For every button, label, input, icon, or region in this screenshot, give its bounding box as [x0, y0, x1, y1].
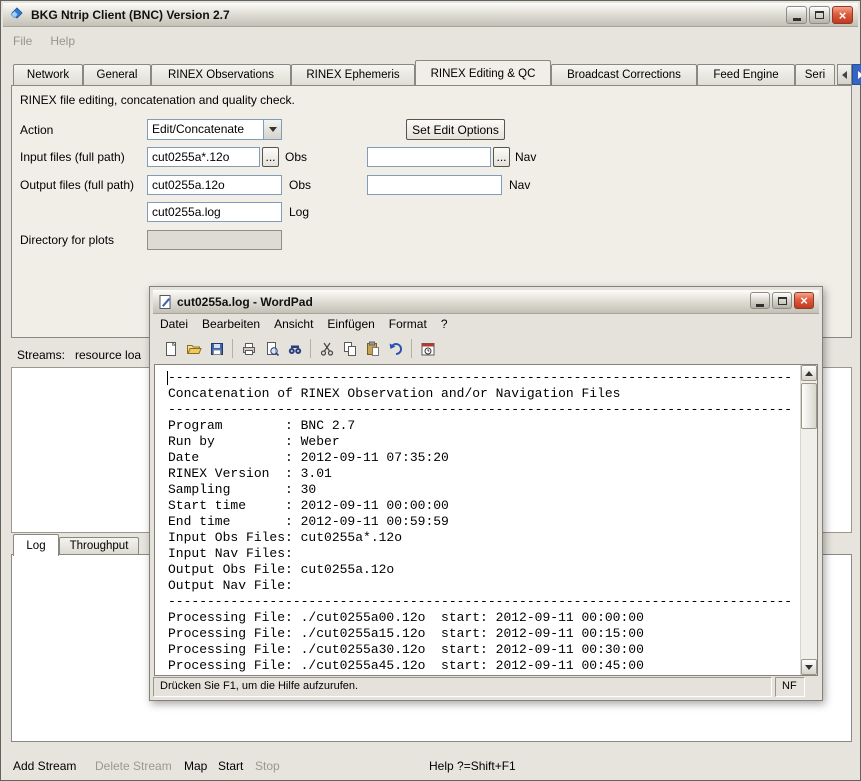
wordpad-statusbar: Drücken Sie F1, um die Hilfe aufzurufen.… — [153, 677, 819, 697]
wordpad-maximize-icon[interactable] — [772, 292, 792, 309]
vertical-scrollbar[interactable] — [800, 365, 817, 675]
tab-general[interactable]: General — [83, 64, 151, 85]
maximize-icon[interactable] — [809, 6, 830, 24]
wordpad-minimize-icon[interactable] — [750, 292, 770, 309]
output-log-suffix-label: Log — [289, 202, 309, 222]
output-nav-file-field[interactable] — [367, 175, 502, 195]
action-selected-value: Edit/Concatenate — [148, 120, 263, 139]
tab-scroll-right-button[interactable] — [852, 64, 861, 85]
save-icon[interactable] — [205, 338, 228, 360]
directory-plots-field — [147, 230, 282, 250]
menu-bearbeiten[interactable]: Bearbeiten — [195, 314, 267, 334]
tab-log[interactable]: Log — [13, 534, 59, 556]
start-button[interactable]: Start — [218, 757, 243, 775]
action-combobox[interactable]: Edit/Concatenate — [147, 119, 282, 140]
main-window: BKG Ntrip Client (BNC) Version 2.7 × Fil… — [0, 0, 861, 781]
wordpad-menubar: Datei Bearbeiten Ansicht Einfügen Format… — [153, 314, 455, 334]
menu-help[interactable]: Help — [41, 34, 84, 48]
wordpad-titlebar[interactable]: cut0255a.log - WordPad × — [153, 290, 819, 314]
wordpad-close-icon[interactable]: × — [794, 292, 814, 309]
menu-format[interactable]: Format — [382, 314, 434, 334]
add-stream-button[interactable]: Add Stream — [13, 757, 76, 775]
delete-stream-button[interactable]: Delete Stream — [95, 757, 172, 775]
scrollbar-thumb[interactable] — [801, 383, 817, 429]
new-document-icon[interactable] — [159, 338, 182, 360]
directory-plots-label: Directory for plots — [20, 230, 114, 250]
toolbar-separator — [411, 339, 412, 358]
output-nav-suffix-label: Nav — [509, 175, 530, 195]
menu-hilfe[interactable]: ? — [434, 314, 455, 334]
wordpad-document-icon — [157, 294, 173, 310]
browse-input-obs-button[interactable]: ... — [262, 147, 279, 167]
scroll-up-icon[interactable] — [801, 365, 817, 381]
tab-rinex-editing-qc[interactable]: RINEX Editing & QC — [415, 60, 551, 85]
output-obs-file-field[interactable] — [147, 175, 282, 195]
status-hint: Drücken Sie F1, um die Hilfe aufzurufen. — [153, 677, 772, 697]
tab-rinex-observations[interactable]: RINEX Observations — [151, 64, 291, 85]
paste-icon[interactable] — [361, 338, 384, 360]
tab-throughput[interactable]: Throughput — [59, 537, 139, 555]
set-edit-options-button[interactable]: Set Edit Options — [406, 119, 505, 140]
date-time-icon[interactable] — [416, 338, 439, 360]
tab-feed-engine[interactable]: Feed Engine — [697, 64, 795, 85]
tab-rinex-ephemeris[interactable]: RINEX Ephemeris — [291, 64, 415, 85]
print-icon[interactable] — [237, 338, 260, 360]
toolbar-separator — [232, 339, 233, 358]
output-obs-suffix-label: Obs — [289, 175, 311, 195]
output-log-file-field[interactable] — [147, 202, 282, 222]
menu-einfuegen[interactable]: Einfügen — [320, 314, 381, 334]
close-icon[interactable]: × — [832, 6, 853, 24]
tab-serial[interactable]: Seri — [795, 64, 835, 85]
cut-icon[interactable] — [315, 338, 338, 360]
wordpad-document-area[interactable]: ----------------------------------------… — [154, 364, 818, 676]
tab-network[interactable]: Network — [13, 64, 83, 85]
main-window-title: BKG Ntrip Client (BNC) Version 2.7 — [31, 8, 230, 22]
map-button[interactable]: Map — [184, 757, 207, 775]
copy-icon[interactable] — [338, 338, 361, 360]
input-files-label: Input files (full path) — [20, 147, 125, 167]
output-files-label: Output files (full path) — [20, 175, 134, 195]
input-nav-files-field[interactable] — [367, 147, 491, 167]
open-icon[interactable] — [182, 338, 205, 360]
status-nf: NF — [775, 677, 805, 697]
print-preview-icon[interactable] — [260, 338, 283, 360]
tab-scroll-left-button[interactable] — [837, 64, 852, 85]
toolbar-separator — [310, 339, 311, 358]
minimize-icon[interactable] — [786, 6, 807, 24]
input-nav-suffix-label: Nav — [515, 147, 536, 167]
wordpad-window[interactable]: cut0255a.log - WordPad × Datei Bearbeite… — [149, 286, 823, 701]
chevron-down-icon[interactable] — [263, 120, 281, 139]
input-obs-suffix-label: Obs — [285, 147, 307, 167]
streams-label: Streams: resource loa — [17, 348, 141, 362]
menu-datei[interactable]: Datei — [153, 314, 195, 334]
main-titlebar[interactable]: BKG Ntrip Client (BNC) Version 2.7 × — [3, 3, 858, 27]
find-icon[interactable] — [283, 338, 306, 360]
main-menubar: File Help — [4, 29, 84, 53]
action-label: Action — [20, 120, 53, 140]
tab-bar: Network General RINEX Observations RINEX… — [13, 60, 861, 85]
scroll-down-icon[interactable] — [801, 659, 817, 675]
wordpad-toolbar — [153, 334, 819, 363]
menu-file[interactable]: File — [4, 34, 41, 48]
log-document-text[interactable]: ----------------------------------------… — [168, 370, 792, 674]
tab-broadcast-corrections[interactable]: Broadcast Corrections — [551, 64, 697, 85]
bnc-app-icon — [9, 7, 25, 23]
stop-button[interactable]: Stop — [255, 757, 280, 775]
browse-input-nav-button[interactable]: ... — [493, 147, 510, 167]
help-button[interactable]: Help ?=Shift+F1 — [429, 757, 516, 775]
pane-description: RINEX file editing, concatenation and qu… — [20, 90, 295, 110]
undo-icon[interactable] — [384, 338, 407, 360]
menu-ansicht[interactable]: Ansicht — [267, 314, 320, 334]
input-obs-files-field[interactable] — [147, 147, 260, 167]
wordpad-window-title: cut0255a.log - WordPad — [177, 295, 313, 309]
